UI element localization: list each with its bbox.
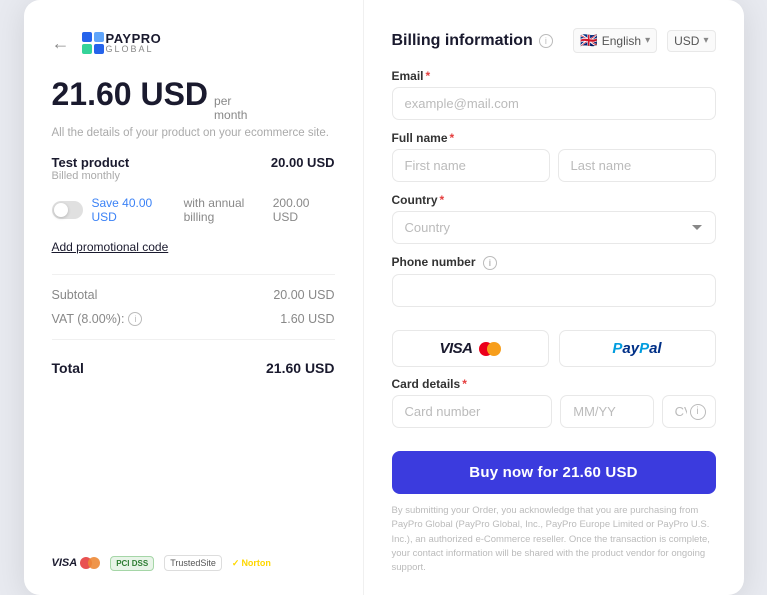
toggle-left[interactable]: Save 40.00 USD with annual billing: [52, 196, 273, 224]
divider-1: [52, 274, 335, 275]
lastname-input[interactable]: [558, 149, 716, 182]
fullname-group: Full name*: [392, 131, 716, 182]
card-number-input[interactable]: [392, 395, 553, 428]
annual-price: 200.00 USD: [273, 196, 335, 224]
phone-label: Phone number i: [392, 255, 716, 270]
name-row: [392, 149, 716, 182]
currency-selector[interactable]: USD ▾: [667, 30, 715, 52]
back-arrow[interactable]: ←: [52, 33, 70, 54]
left-panel: ← PAYPRO GLOBAL 21.60 USD permonth All t…: [24, 0, 364, 595]
logo-sq-2: [94, 32, 104, 42]
flag-icon: 🇬🇧: [580, 32, 597, 49]
total-label: Total: [52, 360, 84, 376]
cvc-wrapper: i: [662, 395, 716, 428]
billed-label: Billed monthly: [52, 170, 130, 182]
annual-toggle[interactable]: [52, 201, 84, 219]
paypal-logo: PayPal: [612, 340, 661, 357]
product-price: 20.00 USD: [271, 155, 335, 170]
card-expiry-input[interactable]: [560, 395, 653, 428]
subtotal-row: Subtotal 20.00 USD: [52, 283, 335, 307]
mastercard-pay-logo: [479, 342, 501, 356]
logo-sq-1: [82, 32, 92, 42]
email-label: Email*: [392, 69, 716, 83]
billing-info-icon[interactable]: i: [539, 34, 553, 48]
norton-badge: ✓Norton: [232, 558, 271, 569]
mastercard-logo: [80, 557, 100, 569]
logo-text: PAYPRO GLOBAL: [106, 32, 162, 54]
currency-chevron: ▾: [703, 35, 708, 46]
per-month: permonth: [214, 94, 247, 123]
save-text: Save 40.00 USD: [91, 196, 175, 224]
header-right: 🇬🇧 English ▾ USD ▾: [573, 28, 715, 53]
toggle-knob: [54, 203, 68, 217]
country-label: Country*: [392, 193, 716, 207]
price-value: 21.60 USD: [52, 76, 209, 113]
phone-group: Phone number i: [392, 255, 716, 307]
product-name: Test product: [52, 155, 130, 170]
lang-label: English: [602, 34, 641, 48]
total-value: 21.60 USD: [266, 360, 334, 376]
mc-orange-circle: [487, 342, 501, 356]
phone-input[interactable]: [392, 274, 716, 307]
vat-row: VAT (8.00%): i 1.60 USD: [52, 307, 335, 331]
card-details-group: Card details* i: [392, 377, 716, 428]
mc-orange: [88, 557, 100, 569]
billing-title-row: Billing information i: [392, 32, 553, 50]
logo-squares: [82, 32, 104, 54]
fullname-label: Full name*: [392, 131, 716, 145]
email-group: Email*: [392, 69, 716, 120]
trusted-site-badge: TrustedSite: [164, 555, 222, 571]
product-description: All the details of your product on your …: [52, 127, 335, 139]
promo-link[interactable]: Add promotional code: [52, 240, 335, 254]
logo-global: GLOBAL: [106, 45, 162, 54]
divider-2: [52, 339, 335, 340]
visa-text: VISA: [52, 557, 78, 569]
billing-title: Billing information: [392, 32, 533, 50]
pci-badge: PCI DSS: [110, 556, 154, 571]
subtotal-label: Subtotal: [52, 288, 98, 302]
logo-icon: PAYPRO GLOBAL: [82, 32, 162, 54]
lang-chevron: ▾: [645, 35, 650, 46]
email-input[interactable]: [392, 87, 716, 120]
annual-text: with annual billing: [184, 196, 273, 224]
price-display: 21.60 USD permonth: [52, 76, 335, 123]
visa-mastercard-button[interactable]: VISA: [392, 330, 549, 367]
vat-label: VAT (8.00%): i: [52, 312, 143, 326]
vat-info-icon[interactable]: i: [128, 312, 142, 326]
terms-text: By submitting your Order, you acknowledg…: [392, 504, 716, 575]
language-selector[interactable]: 🇬🇧 English ▾: [573, 28, 657, 53]
country-select[interactable]: Country: [392, 211, 716, 244]
logo-sq-3: [82, 44, 92, 54]
buy-now-button[interactable]: Buy now for 21.60 USD: [392, 451, 716, 494]
right-panel: Billing information i 🇬🇧 English ▾ USD ▾…: [364, 0, 744, 595]
phone-info-icon[interactable]: i: [483, 256, 497, 270]
billing-header: Billing information i 🇬🇧 English ▾ USD ▾: [392, 28, 716, 53]
paypal-button[interactable]: PayPal: [559, 330, 716, 367]
visa-badge: VISA: [52, 557, 101, 569]
card-label: Card details*: [392, 377, 716, 391]
logo-row: ← PAYPRO GLOBAL: [52, 32, 335, 54]
currency-label: USD: [674, 34, 699, 48]
country-group: Country* Country: [392, 193, 716, 244]
total-row: Total 21.60 USD: [52, 352, 335, 376]
subtotal-value: 20.00 USD: [273, 288, 334, 302]
card-row: i: [392, 395, 716, 428]
logo-sq-4: [94, 44, 104, 54]
firstname-input[interactable]: [392, 149, 550, 182]
payment-method-buttons: VISA PayPal: [392, 330, 716, 367]
annual-toggle-row: Save 40.00 USD with annual billing 200.0…: [52, 196, 335, 224]
vat-value: 1.60 USD: [280, 312, 334, 326]
product-row: Test product Billed monthly 20.00 USD: [52, 155, 335, 182]
cvc-info-icon[interactable]: i: [690, 404, 706, 420]
product-info: Test product Billed monthly: [52, 155, 130, 182]
trust-badges: VISA PCI DSS TrustedSite ✓Norton: [52, 537, 335, 571]
visa-pay-logo: VISA: [439, 340, 472, 357]
